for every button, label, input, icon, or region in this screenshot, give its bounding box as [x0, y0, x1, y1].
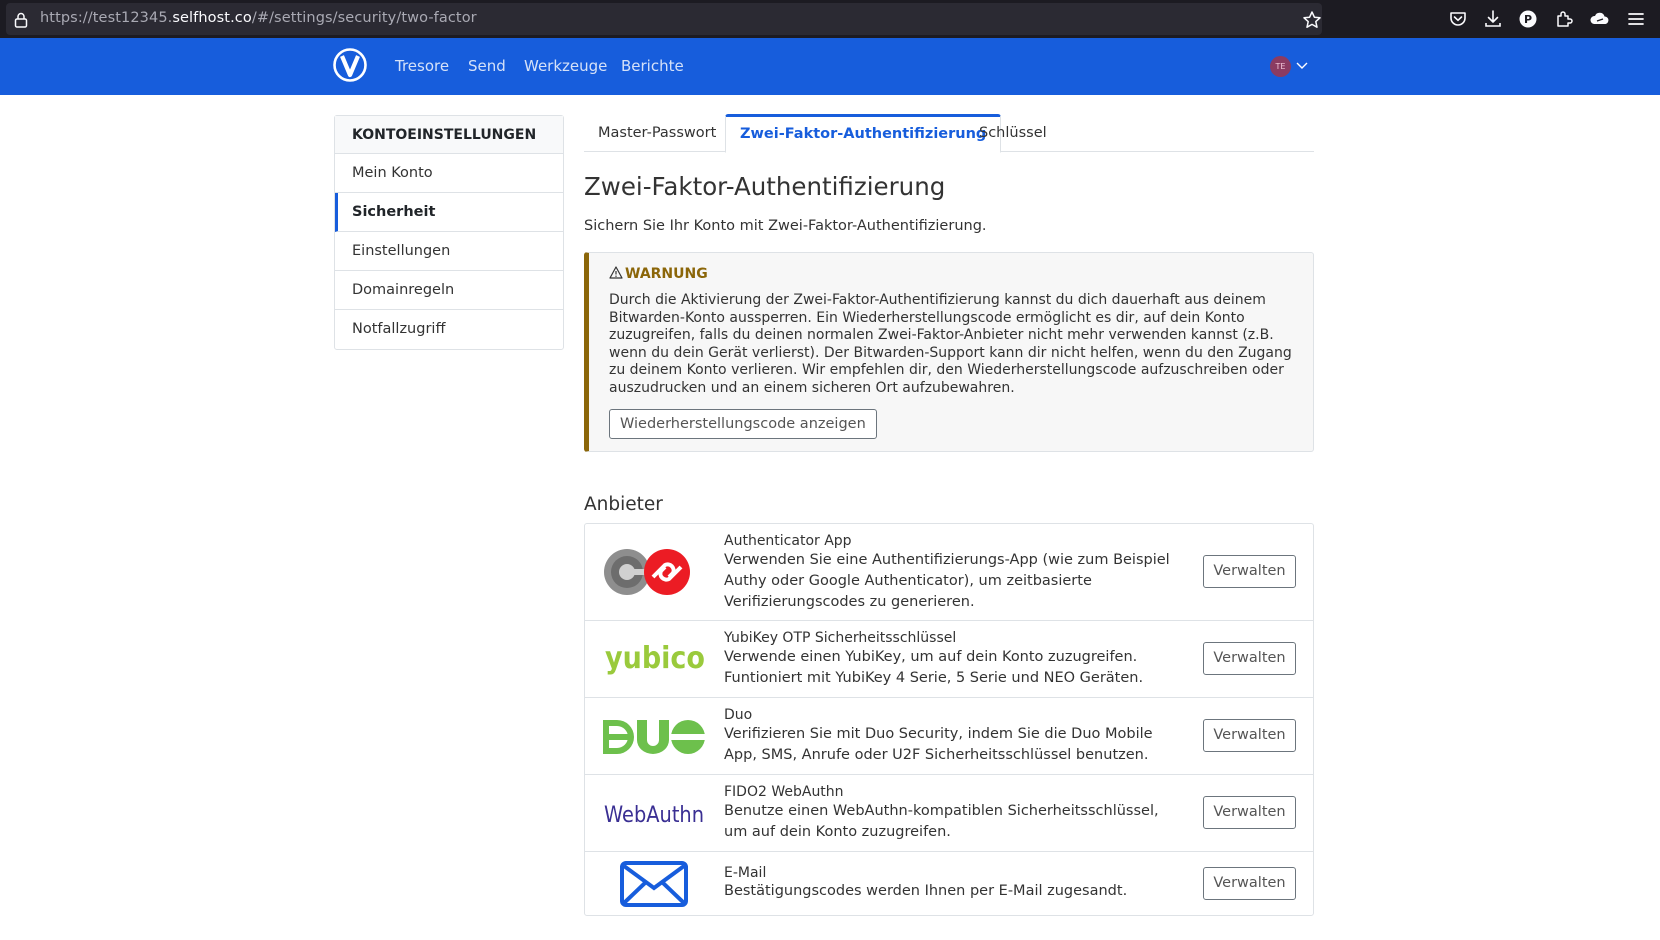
url-bar[interactable]: https://test12345.selfhost.co/#/settings…	[0, 0, 1322, 38]
security-tabs: Master-Passwort Zwei-Faktor-Authentifizi…	[584, 114, 1314, 153]
pocket-icon[interactable]	[1447, 8, 1469, 30]
provider-name: YubiKey OTP Sicherheitsschlüssel	[724, 630, 957, 646]
provider-duo: Duo Verifizieren Sie mit Duo Security, i…	[585, 698, 1313, 775]
extensions-icon[interactable]	[1553, 8, 1575, 30]
nav-link-werkzeuge[interactable]: Werkzeuge	[524, 57, 607, 75]
provider-info: YubiKey OTP Sicherheitsschlüssel Verwend…	[724, 629, 1179, 689]
warning-triangle-icon	[609, 266, 623, 279]
webauthn-logo-icon: WebAuthn	[604, 803, 704, 828]
nav-link-tresore[interactable]: Tresore	[395, 57, 449, 75]
provider-name: Authenticator App	[724, 533, 852, 549]
bookmark-star-icon[interactable]	[1302, 10, 1322, 30]
sidebar-item-notfallzugriff[interactable]: Notfallzugriff	[335, 310, 563, 349]
provider-info: Authenticator App Verwenden Sie eine Aut…	[724, 532, 1179, 613]
lock-icon	[14, 12, 28, 28]
vpn-cloud-icon[interactable]	[1589, 8, 1611, 30]
avatar[interactable]: TE	[1270, 56, 1291, 77]
view-recovery-code-button[interactable]: Wiederherstellungscode anzeigen	[609, 409, 877, 439]
warning-text: Durch die Aktivierung der Zwei-Faktor-Au…	[609, 292, 1292, 396]
provider-email: E-Mail Bestätigungscodes werden Ihnen pe…	[585, 852, 1313, 915]
sidebar-heading: KONTOEINSTELLUNGEN	[335, 116, 563, 154]
svg-text:P: P	[1524, 13, 1532, 26]
provider-description: Verifizieren Sie mit Duo Security, indem…	[724, 726, 1153, 763]
settings-sidebar: KONTOEINSTELLUNGEN Mein Konto Sicherheit…	[334, 115, 564, 350]
sidebar-item-sicherheit[interactable]: Sicherheit	[335, 193, 563, 232]
tab-zwei-faktor[interactable]: Zwei-Faktor-Authentifizierung	[725, 114, 1002, 153]
page-title: Zwei-Faktor-Authentifizierung	[584, 172, 946, 201]
email-icon	[620, 861, 688, 907]
provider-info: Duo Verifizieren Sie mit Duo Security, i…	[724, 706, 1179, 766]
provider-authenticator: Authenticator App Verwenden Sie eine Aut…	[585, 524, 1313, 621]
nav-link-berichte[interactable]: Berichte	[621, 57, 684, 75]
manage-duo-button[interactable]: Verwalten	[1203, 719, 1296, 752]
provider-name: Duo	[724, 707, 753, 723]
provider-description: Bestätigungscodes werden Ihnen per E-Mai…	[724, 883, 1128, 899]
provider-name: FIDO2 WebAuthn	[724, 784, 844, 800]
provider-description: Verwenden Sie eine Authentifizierungs-Ap…	[724, 552, 1170, 610]
provider-name: E-Mail	[724, 865, 767, 881]
provider-yubikey: yubico YubiKey OTP Sicherheitsschlüssel …	[585, 621, 1313, 698]
yubico-logo-icon: yubico	[605, 641, 705, 676]
manage-email-button[interactable]: Verwalten	[1203, 867, 1296, 900]
providers-list: Authenticator App Verwenden Sie eine Aut…	[584, 523, 1314, 916]
app-navbar: Tresore Send Werkzeuge Berichte TE	[0, 38, 1660, 95]
profile-p-icon[interactable]: P	[1517, 8, 1539, 30]
svg-text:yubico: yubico	[605, 641, 705, 676]
warning-title: WARNUNG	[609, 266, 708, 282]
url-text: https://test12345.selfhost.co/#/settings…	[40, 10, 477, 26]
sidebar-item-domainregeln[interactable]: Domainregeln	[335, 271, 563, 310]
download-icon[interactable]	[1482, 8, 1504, 30]
provider-info: FIDO2 WebAuthn Benutze einen WebAuthn-ko…	[724, 783, 1179, 843]
browser-toolbar: https://test12345.selfhost.co/#/settings…	[0, 0, 1660, 38]
warning-callout: WARNUNG Durch die Aktivierung der Zwei-F…	[584, 252, 1314, 452]
svg-text:WebAuthn: WebAuthn	[604, 803, 704, 828]
bitwarden-logo-icon[interactable]	[333, 48, 367, 82]
manage-webauthn-button[interactable]: Verwalten	[1203, 796, 1296, 829]
tab-schluessel[interactable]: Schlüssel	[965, 114, 1061, 152]
page-description: Sichern Sie Ihr Konto mit Zwei-Faktor-Au…	[584, 218, 987, 234]
sidebar-item-einstellungen[interactable]: Einstellungen	[335, 232, 563, 271]
menu-icon[interactable]	[1625, 8, 1647, 30]
provider-description: Verwende einen YubiKey, um auf dein Kont…	[724, 649, 1144, 686]
manage-authenticator-button[interactable]: Verwalten	[1203, 555, 1296, 588]
manage-yubikey-button[interactable]: Verwalten	[1203, 642, 1296, 675]
providers-heading: Anbieter	[584, 494, 663, 515]
chevron-down-icon[interactable]	[1296, 62, 1308, 70]
provider-webauthn: WebAuthn FIDO2 WebAuthn Benutze einen We…	[585, 775, 1313, 852]
sidebar-item-mein-konto[interactable]: Mein Konto	[335, 154, 563, 193]
authenticator-logo-icon	[604, 549, 690, 595]
nav-link-send[interactable]: Send	[468, 57, 506, 75]
duo-logo-icon	[603, 720, 705, 754]
provider-description: Benutze einen WebAuthn-kompatiblen Siche…	[724, 803, 1159, 840]
provider-info: E-Mail Bestätigungscodes werden Ihnen pe…	[724, 864, 1179, 901]
tab-master-passwort[interactable]: Master-Passwort	[584, 114, 730, 152]
